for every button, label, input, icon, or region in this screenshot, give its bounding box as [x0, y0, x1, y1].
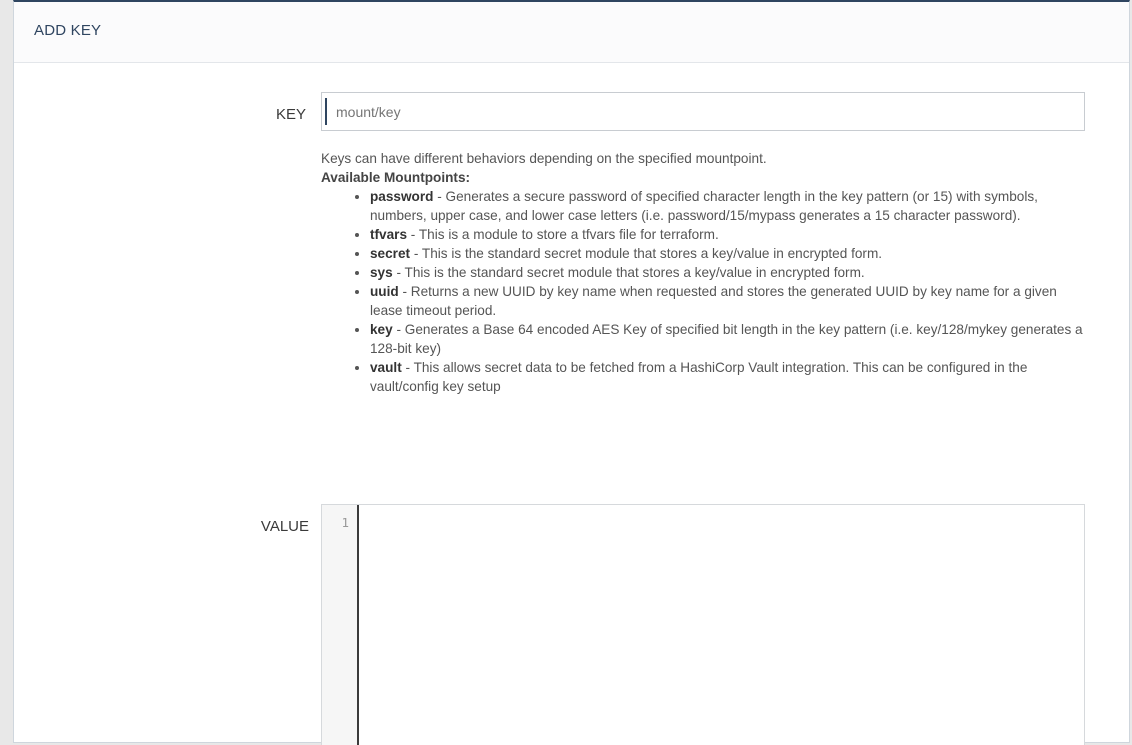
help-intro: Keys can have different behaviors depend… — [321, 151, 767, 166]
code-area[interactable] — [359, 505, 1084, 745]
value-editor[interactable]: 1 — [321, 504, 1085, 745]
mountpoint-name: vault — [370, 360, 402, 375]
mountpoint-desc: - This is the standard secret module tha… — [392, 265, 865, 280]
mountpoint-name: key — [370, 322, 393, 337]
mountpoint-item-uuid: uuid - Returns a new UUID by key name wh… — [370, 282, 1091, 320]
mountpoint-item-sys: sys - This is the standard secret module… — [370, 263, 1091, 282]
mountpoint-item-password: password - Generates a secure password o… — [370, 187, 1091, 225]
mountpoint-item-key: key - Generates a Base 64 encoded AES Ke… — [370, 320, 1091, 358]
value-label: VALUE — [260, 518, 309, 535]
mountpoint-desc: - Generates a secure password of specifi… — [370, 189, 1038, 223]
mountpoint-desc: - Returns a new UUID by key name when re… — [370, 284, 1057, 318]
mountpoint-list: password - Generates a secure password o… — [321, 187, 1091, 396]
mountpoint-name: sys — [370, 265, 393, 280]
line-number-gutter: 1 — [322, 505, 359, 745]
panel-header: ADD KEY — [14, 2, 1129, 63]
mountpoint-desc: - This is a module to store a tfvars fil… — [407, 227, 719, 242]
mountpoint-help: Keys can have different behaviors depend… — [321, 149, 1091, 396]
key-input[interactable] — [321, 92, 1085, 131]
help-subheading: Available Mountpoints: — [321, 170, 471, 185]
mountpoint-item-secret: secret - This is the standard secret mod… — [370, 244, 1091, 263]
mountpoint-item-vault: vault - This allows secret data to be fe… — [370, 358, 1091, 396]
add-key-panel: ADD KEY KEY Keys can have different beha… — [13, 0, 1130, 745]
text-cursor — [325, 98, 327, 125]
panel-title: ADD KEY — [34, 22, 102, 39]
mountpoint-name: secret — [370, 246, 411, 261]
mountpoint-name: tfvars — [370, 227, 408, 242]
mountpoint-name: password — [370, 189, 434, 204]
mountpoint-desc: - Generates a Base 64 encoded AES Key of… — [370, 322, 1083, 356]
mountpoint-desc: - This allows secret data to be fetched … — [370, 360, 1028, 394]
mountpoint-name: uuid — [370, 284, 399, 299]
mountpoint-item-tfvars: tfvars - This is a module to store a tfv… — [370, 225, 1091, 244]
key-label: KEY — [275, 106, 306, 123]
mountpoint-desc: - This is the standard secret module tha… — [410, 246, 883, 261]
line-number: 1 — [341, 515, 349, 530]
